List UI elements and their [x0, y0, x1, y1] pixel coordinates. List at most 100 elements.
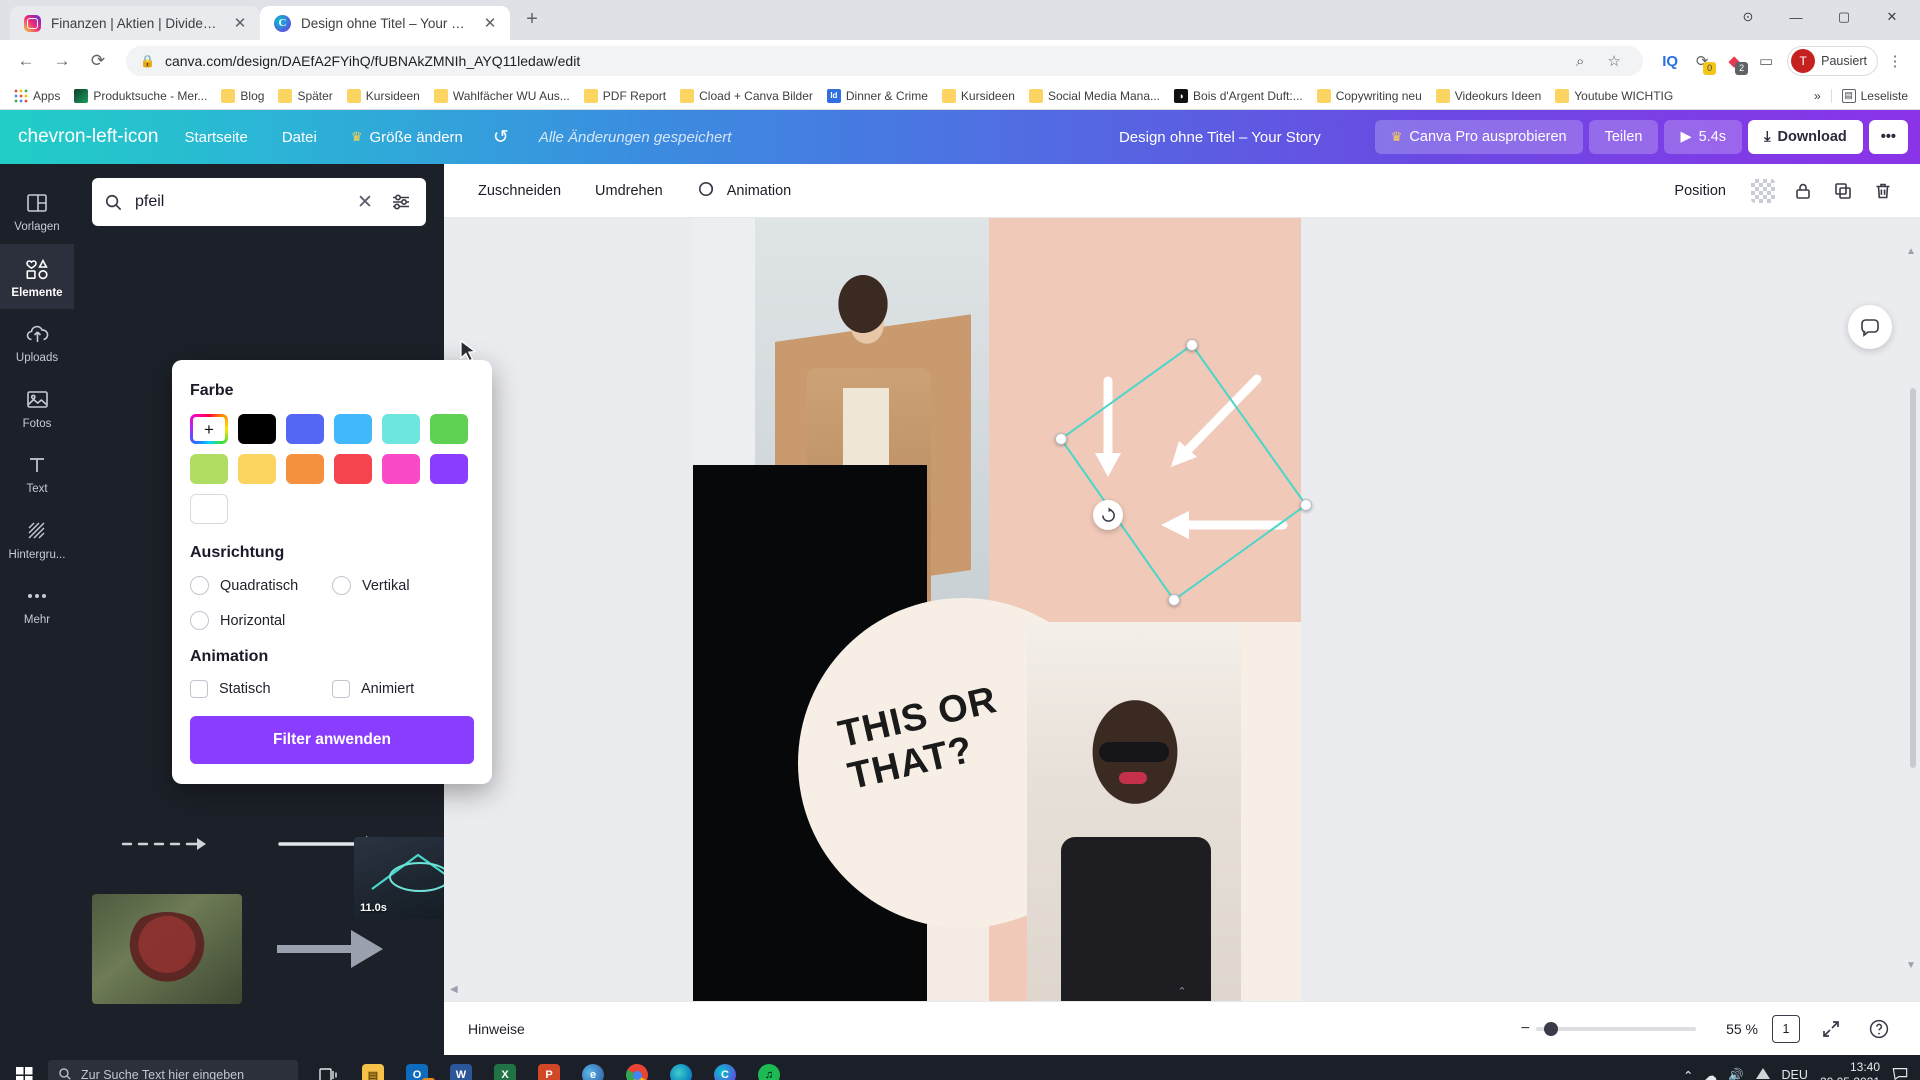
- swatch-light-blue[interactable]: [334, 414, 372, 444]
- position-button[interactable]: Position: [1660, 174, 1740, 208]
- sidebar-item-elemente[interactable]: Elemente: [0, 243, 74, 309]
- bookmark-dinner-crime[interactable]: Id Dinner & Crime: [821, 86, 934, 106]
- scroll-up-icon[interactable]: ▲: [1906, 246, 1916, 257]
- home-button[interactable]: Startseite: [170, 121, 261, 154]
- zoom-slider[interactable]: −: [1521, 1020, 1696, 1038]
- bookmark-copywriting[interactable]: Copywriting neu: [1311, 86, 1428, 106]
- bookmark-youtube[interactable]: Youtube WICHTIG: [1549, 86, 1679, 106]
- sidebar-item-text[interactable]: Text: [0, 440, 74, 506]
- taskbar-spotify[interactable]: ♫: [748, 1055, 790, 1080]
- swatch-add-color[interactable]: +: [190, 414, 228, 444]
- trash-icon[interactable]: [1866, 174, 1900, 208]
- swatch-turquoise[interactable]: [382, 414, 420, 444]
- zoom-out-icon[interactable]: −: [1521, 1020, 1536, 1038]
- page-number-badge[interactable]: 1: [1772, 1014, 1800, 1043]
- taskbar-canva[interactable]: C: [704, 1055, 746, 1080]
- download-button[interactable]: ⤓ Download: [1748, 120, 1863, 154]
- sidebar-item-hintergrund[interactable]: Hintergru...: [0, 506, 74, 572]
- white-arrows-artwork[interactable]: [1061, 345, 1301, 603]
- search-box[interactable]: ✕: [92, 178, 426, 226]
- result-dashed-arrow[interactable]: [92, 804, 242, 884]
- help-question-icon[interactable]: [1862, 1012, 1896, 1046]
- notes-button[interactable]: Hinweise: [468, 1021, 525, 1037]
- bookmark-bois-dargent[interactable]: ◑ Bois d'Argent Duft:...: [1168, 86, 1309, 106]
- swatch-pink[interactable]: [382, 454, 420, 484]
- result-vintage-photo[interactable]: [92, 894, 242, 1004]
- new-tab-button[interactable]: +: [518, 6, 546, 34]
- browser-tab-1[interactable]: Finanzen | Aktien | Dividende (@ ✕: [10, 6, 260, 40]
- reload-icon[interactable]: ⟳: [82, 45, 114, 77]
- bookmark-videokurs[interactable]: Videokurs Ideen: [1430, 86, 1548, 106]
- scroll-down-icon[interactable]: ▼: [1906, 960, 1916, 971]
- try-canva-pro-button[interactable]: ♛ Canva Pro ausprobieren: [1374, 120, 1583, 154]
- bookmark-cload-canva[interactable]: Cload + Canva Bilder: [674, 86, 819, 106]
- bookmark-blog[interactable]: Blog: [215, 86, 270, 106]
- bookmark-social-media[interactable]: Social Media Mana...: [1023, 86, 1166, 106]
- sidebar-item-vorlagen[interactable]: Vorlagen: [0, 178, 74, 244]
- search-input[interactable]: [135, 193, 342, 211]
- wifi-icon[interactable]: [1755, 1067, 1771, 1080]
- window-extra-icon[interactable]: ⊙: [1726, 2, 1770, 32]
- radio-quadratisch[interactable]: Quadratisch: [190, 576, 332, 595]
- swatch-red[interactable]: [334, 454, 372, 484]
- close-icon[interactable]: ✕: [232, 16, 248, 31]
- speaker-icon[interactable]: 🔊: [1728, 1068, 1744, 1080]
- task-view-icon[interactable]: [308, 1055, 350, 1080]
- taskbar-outlook[interactable]: O 4: [396, 1055, 438, 1080]
- scroll-left-icon[interactable]: ◀: [450, 984, 458, 995]
- taskbar-powerpoint[interactable]: P: [528, 1055, 570, 1080]
- design-page[interactable]: THIS OR THAT?: [693, 218, 1301, 1001]
- bookmark-produktsuche[interactable]: Produktsuche - Mer...: [68, 86, 213, 106]
- resize-button[interactable]: ♛ Größe ändern: [337, 121, 477, 154]
- canvas-area[interactable]: THIS OR THAT? ▲ ▼ ⌃ ◀: [444, 218, 1920, 1001]
- profile-button[interactable]: T Pausiert: [1787, 46, 1878, 76]
- crop-button[interactable]: Zuschneiden: [464, 174, 575, 208]
- taskbar-file-explorer[interactable]: ▤: [352, 1055, 394, 1080]
- taskbar-search[interactable]: Zur Suche Text hier eingeben: [48, 1060, 298, 1080]
- rotate-icon[interactable]: [1093, 500, 1123, 530]
- bookmark-kursideen-1[interactable]: Kursideen: [341, 86, 426, 106]
- taskbar-chrome[interactable]: [616, 1055, 658, 1080]
- reading-list-button[interactable]: ▤ Leseliste: [1830, 88, 1908, 103]
- apply-filter-button[interactable]: Filter anwenden: [190, 716, 474, 764]
- bookmark-star-icon[interactable]: ☆: [1599, 46, 1629, 76]
- sidebar-item-fotos[interactable]: Fotos: [0, 375, 74, 441]
- tray-chevron-icon[interactable]: ⌃: [1683, 1068, 1693, 1080]
- cloud-icon[interactable]: ☁: [1704, 1068, 1717, 1080]
- flip-button[interactable]: Umdrehen: [581, 174, 677, 208]
- cast-icon[interactable]: ▭: [1751, 46, 1781, 76]
- selection-handle-right[interactable]: [1300, 499, 1312, 511]
- swatch-green[interactable]: [430, 414, 468, 444]
- swatch-lime[interactable]: [190, 454, 228, 484]
- more-options-button[interactable]: •••: [1868, 120, 1908, 154]
- zoom-icon[interactable]: ⌕: [1565, 46, 1595, 76]
- animation-button[interactable]: Animation: [683, 169, 805, 213]
- address-bar[interactable]: 🔒 canva.com/design/DAEfA2FYihQ/fUBNAkZMN…: [126, 46, 1644, 76]
- extensions-icon[interactable]: ◆ 2: [1719, 46, 1749, 76]
- comment-bubble-icon[interactable]: [1848, 305, 1892, 349]
- chrome-menu-icon[interactable]: ⋮: [1880, 46, 1910, 76]
- fullscreen-icon[interactable]: [1814, 1012, 1848, 1046]
- close-x-icon[interactable]: ✕: [354, 191, 376, 214]
- close-icon[interactable]: ✕: [482, 16, 498, 31]
- transparency-checker-icon[interactable]: [1746, 174, 1780, 208]
- undo-arrow-icon[interactable]: ↺: [483, 118, 519, 157]
- swatch-black[interactable]: [238, 414, 276, 444]
- bookmark-pdf-report[interactable]: PDF Report: [578, 86, 672, 106]
- swatch-orange[interactable]: [286, 454, 324, 484]
- lock-icon[interactable]: [1786, 174, 1820, 208]
- present-button[interactable]: ▶ 5.4s: [1664, 120, 1743, 154]
- bookmark-apps[interactable]: Apps: [8, 86, 66, 106]
- swatch-white[interactable]: [190, 494, 228, 524]
- radio-vertikal[interactable]: Vertikal: [332, 576, 474, 595]
- radio-horizontal[interactable]: Horizontal: [190, 611, 332, 630]
- zoom-knob[interactable]: [1544, 1021, 1558, 1036]
- back-to-home-icon[interactable]: chevron-left-icon: [12, 118, 164, 156]
- taskbar-edge[interactable]: [660, 1055, 702, 1080]
- document-title[interactable]: Design ohne Titel – Your Story: [1107, 121, 1333, 154]
- bookmark-kursideen-2[interactable]: Kursideen: [936, 86, 1021, 106]
- taskbar-word[interactable]: W: [440, 1055, 482, 1080]
- translate-icon[interactable]: ⟳ 0: [1687, 46, 1717, 76]
- minimize-icon[interactable]: —: [1774, 2, 1818, 32]
- checkbox-animiert[interactable]: Animiert: [332, 680, 474, 698]
